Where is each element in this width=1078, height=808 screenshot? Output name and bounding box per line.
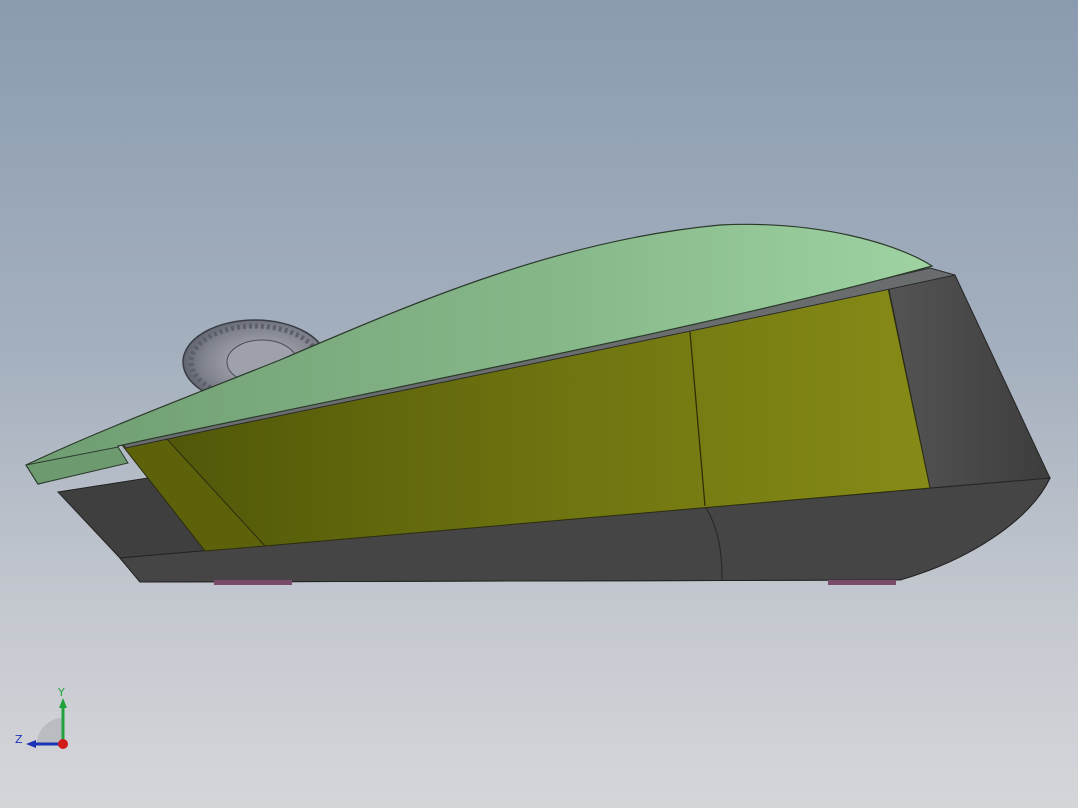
z-axis-arrow [26, 740, 36, 748]
triad-quadrant [37, 718, 63, 744]
y-axis-label: Y [57, 686, 65, 699]
y-axis-arrow [59, 698, 67, 708]
foot-pad-front [214, 580, 292, 585]
graphics-viewport[interactable]: Y Z [0, 0, 1078, 808]
foot-pad-rear [828, 580, 896, 585]
mouse-model[interactable] [0, 0, 1078, 808]
x-axis-dot [58, 739, 68, 749]
axis-triad: Y Z [15, 686, 68, 749]
z-axis-label: Z [15, 733, 23, 746]
